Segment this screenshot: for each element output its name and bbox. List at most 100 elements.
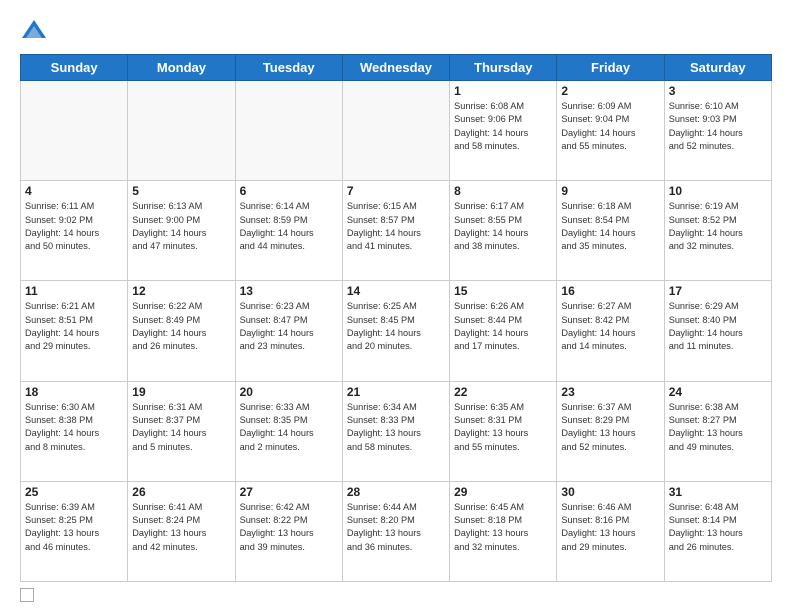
calendar-day-cell: 21 Sunrise: 6:34 AMSunset: 8:33 PMDayligh… [342, 381, 449, 481]
calendar-day-cell: 4Sunrise: 6:11 AMSunset: 9:02 PMDaylight… [21, 181, 128, 281]
daylight-box-icon [20, 588, 34, 602]
day-number: 20 [240, 385, 338, 399]
day-info: Sunrise: 6:48 AMSunset: 8:14 PMDaylight:… [669, 501, 767, 554]
day-info: Sunrise: 6:25 AMSunset: 8:45 PMDaylight:… [347, 300, 445, 353]
day-info: Sunrise: 6:30 AMSunset: 8:38 PMDaylight:… [25, 401, 123, 454]
day-info: Sunrise: 6:29 AMSunset: 8:40 PMDaylight:… [669, 300, 767, 353]
day-info: Sunrise: 6:46 AMSunset: 8:16 PMDaylight:… [561, 501, 659, 554]
page: SundayMondayTuesdayWednesdayThursdayFrid… [0, 0, 792, 612]
day-number: 8 [454, 184, 552, 198]
day-number: 17 [669, 284, 767, 298]
calendar-week-row: 11Sunrise: 6:21 AMSunset: 8:51 PMDayligh… [21, 281, 772, 381]
calendar-day-cell: 13 Sunrise: 6:23 AMSunset: 8:47 PMDayligh… [235, 281, 342, 381]
header [20, 16, 772, 44]
day-number: 23 [561, 385, 659, 399]
calendar-day-cell: 2Sunrise: 6:09 AMSunset: 9:04 PMDaylight… [557, 81, 664, 181]
day-info: Sunrise: 6:18 AMSunset: 8:54 PMDaylight:… [561, 200, 659, 253]
footer [20, 588, 772, 602]
day-number: 12 [132, 284, 230, 298]
day-info: Sunrise: 6:33 AMSunset: 8:35 PMDaylight:… [240, 401, 338, 454]
day-info: Sunrise: 6:23 AMSunset: 8:47 PMDaylight:… [240, 300, 338, 353]
day-number: 3 [669, 84, 767, 98]
day-number: 13 [240, 284, 338, 298]
weekday-header: Thursday [450, 55, 557, 81]
calendar-day-cell: 22 Sunrise: 6:35 AMSunset: 8:31 PMDayligh… [450, 381, 557, 481]
day-info: Sunrise: 6:10 AMSunset: 9:03 PMDaylight:… [669, 100, 767, 153]
day-info: Sunrise: 6:08 AMSunset: 9:06 PMDaylight:… [454, 100, 552, 153]
calendar-day-cell: 25 Sunrise: 6:39 AMSunset: 8:25 PMDayligh… [21, 481, 128, 581]
weekday-header: Wednesday [342, 55, 449, 81]
day-number: 15 [454, 284, 552, 298]
day-number: 7 [347, 184, 445, 198]
calendar-day-cell: 16 Sunrise: 6:27 AMSunset: 8:42 PMDayligh… [557, 281, 664, 381]
calendar-day-cell: 27 Sunrise: 6:42 AMSunset: 8:22 PMDayligh… [235, 481, 342, 581]
day-number: 11 [25, 284, 123, 298]
day-info: Sunrise: 6:31 AMSunset: 8:37 PMDaylight:… [132, 401, 230, 454]
calendar-day-cell: 30 Sunrise: 6:46 AMSunset: 8:16 PMDayligh… [557, 481, 664, 581]
calendar-day-cell: 18 Sunrise: 6:30 AMSunset: 8:38 PMDayligh… [21, 381, 128, 481]
calendar-day-cell: 15 Sunrise: 6:26 AMSunset: 8:44 PMDayligh… [450, 281, 557, 381]
calendar-day-cell: 10 Sunrise: 6:19 AMSunset: 8:52 PMDayligh… [664, 181, 771, 281]
day-number: 9 [561, 184, 659, 198]
day-number: 16 [561, 284, 659, 298]
day-info: Sunrise: 6:26 AMSunset: 8:44 PMDaylight:… [454, 300, 552, 353]
calendar-day-cell: 24Sunrise: 6:38 AMSunset: 8:27 PMDayligh… [664, 381, 771, 481]
calendar-body: 1 Sunrise: 6:08 AMSunset: 9:06 PMDaylight… [21, 81, 772, 582]
day-number: 4 [25, 184, 123, 198]
weekday-header: Monday [128, 55, 235, 81]
day-number: 28 [347, 485, 445, 499]
day-number: 10 [669, 184, 767, 198]
calendar-day-cell: 23 Sunrise: 6:37 AMSunset: 8:29 PMDayligh… [557, 381, 664, 481]
day-number: 19 [132, 385, 230, 399]
calendar-day-cell [342, 81, 449, 181]
calendar-day-cell: 12Sunrise: 6:22 AMSunset: 8:49 PMDayligh… [128, 281, 235, 381]
day-number: 22 [454, 385, 552, 399]
day-info: Sunrise: 6:41 AMSunset: 8:24 PMDaylight:… [132, 501, 230, 554]
weekday-row: SundayMondayTuesdayWednesdayThursdayFrid… [21, 55, 772, 81]
day-info: Sunrise: 6:27 AMSunset: 8:42 PMDaylight:… [561, 300, 659, 353]
day-info: Sunrise: 6:42 AMSunset: 8:22 PMDaylight:… [240, 501, 338, 554]
calendar-week-row: 25 Sunrise: 6:39 AMSunset: 8:25 PMDayligh… [21, 481, 772, 581]
calendar-day-cell: 26 Sunrise: 6:41 AMSunset: 8:24 PMDayligh… [128, 481, 235, 581]
day-number: 30 [561, 485, 659, 499]
calendar-day-cell: 31 Sunrise: 6:48 AMSunset: 8:14 PMDayligh… [664, 481, 771, 581]
calendar-day-cell: 7 Sunrise: 6:15 AMSunset: 8:57 PMDaylight… [342, 181, 449, 281]
day-number: 26 [132, 485, 230, 499]
weekday-header: Saturday [664, 55, 771, 81]
calendar-day-cell: 1 Sunrise: 6:08 AMSunset: 9:06 PMDaylight… [450, 81, 557, 181]
day-number: 24 [669, 385, 767, 399]
day-number: 21 [347, 385, 445, 399]
calendar-day-cell: 19 Sunrise: 6:31 AMSunset: 8:37 PMDayligh… [128, 381, 235, 481]
calendar-day-cell: 9 Sunrise: 6:18 AMSunset: 8:54 PMDaylight… [557, 181, 664, 281]
day-number: 27 [240, 485, 338, 499]
day-info: Sunrise: 6:37 AMSunset: 8:29 PMDaylight:… [561, 401, 659, 454]
day-number: 18 [25, 385, 123, 399]
calendar-day-cell: 5Sunrise: 6:13 AMSunset: 9:00 PMDaylight… [128, 181, 235, 281]
day-number: 2 [561, 84, 659, 98]
day-info: Sunrise: 6:14 AMSunset: 8:59 PMDaylight:… [240, 200, 338, 253]
day-info: Sunrise: 6:15 AMSunset: 8:57 PMDaylight:… [347, 200, 445, 253]
weekday-header: Friday [557, 55, 664, 81]
calendar-week-row: 4Sunrise: 6:11 AMSunset: 9:02 PMDaylight… [21, 181, 772, 281]
day-info: Sunrise: 6:34 AMSunset: 8:33 PMDaylight:… [347, 401, 445, 454]
day-info: Sunrise: 6:45 AMSunset: 8:18 PMDaylight:… [454, 501, 552, 554]
calendar-day-cell: 17 Sunrise: 6:29 AMSunset: 8:40 PMDayligh… [664, 281, 771, 381]
weekday-header: Sunday [21, 55, 128, 81]
day-info: Sunrise: 6:19 AMSunset: 8:52 PMDaylight:… [669, 200, 767, 253]
calendar-week-row: 18 Sunrise: 6:30 AMSunset: 8:38 PMDayligh… [21, 381, 772, 481]
day-number: 25 [25, 485, 123, 499]
day-info: Sunrise: 6:35 AMSunset: 8:31 PMDaylight:… [454, 401, 552, 454]
logo [20, 16, 54, 44]
calendar-day-cell [235, 81, 342, 181]
calendar-day-cell: 28 Sunrise: 6:44 AMSunset: 8:20 PMDayligh… [342, 481, 449, 581]
calendar-day-cell [128, 81, 235, 181]
day-number: 31 [669, 485, 767, 499]
calendar-week-row: 1 Sunrise: 6:08 AMSunset: 9:06 PMDaylight… [21, 81, 772, 181]
day-info: Sunrise: 6:39 AMSunset: 8:25 PMDaylight:… [25, 501, 123, 554]
day-number: 14 [347, 284, 445, 298]
day-info: Sunrise: 6:44 AMSunset: 8:20 PMDaylight:… [347, 501, 445, 554]
day-number: 1 [454, 84, 552, 98]
calendar-day-cell [21, 81, 128, 181]
day-number: 29 [454, 485, 552, 499]
weekday-header: Tuesday [235, 55, 342, 81]
